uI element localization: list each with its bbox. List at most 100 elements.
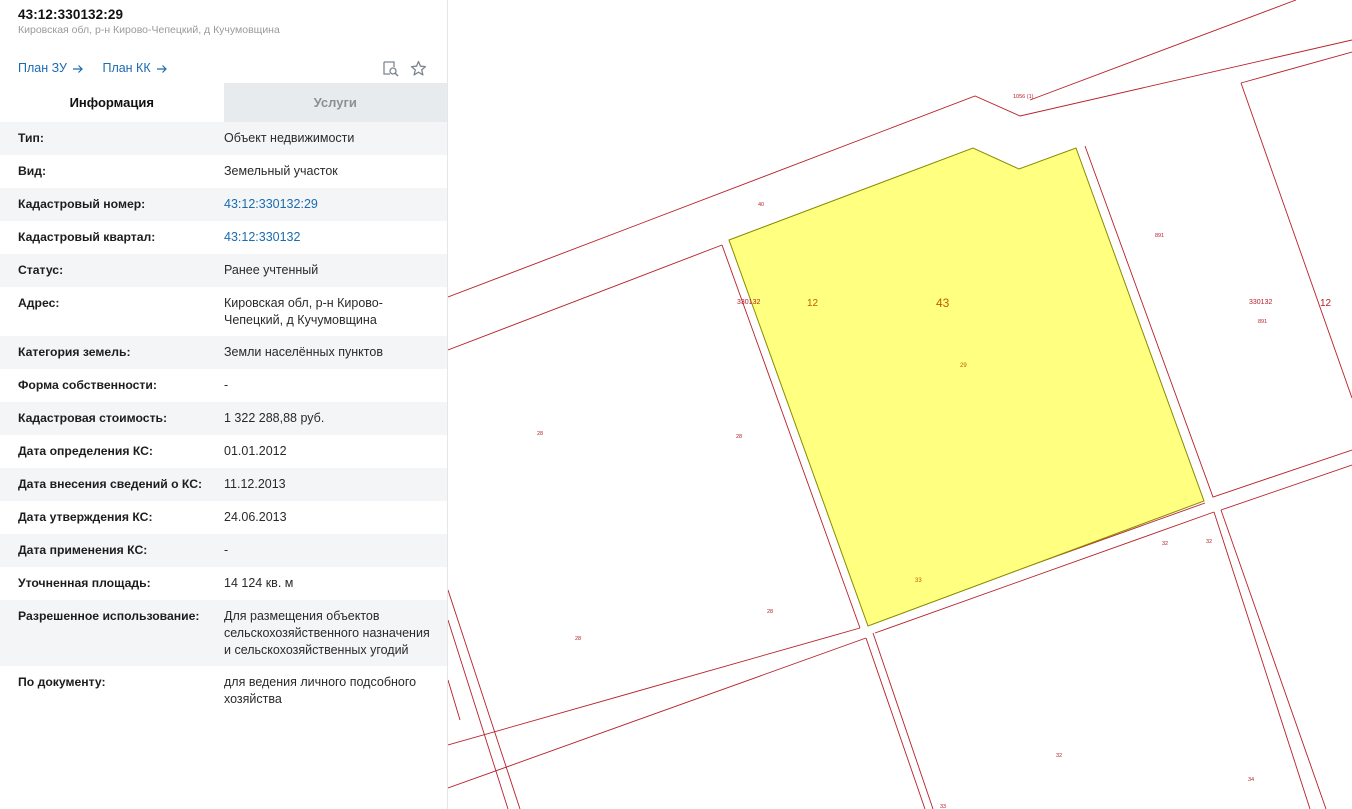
label-top-parcel: 1056 (1) xyxy=(1013,94,1034,100)
plan-zu-label: План ЗУ xyxy=(18,61,67,75)
label-parcel-32b: 32 xyxy=(1206,539,1212,545)
plan-kk-label: План КК xyxy=(102,61,151,75)
parcel-edge xyxy=(1240,82,1352,399)
panel-header: 43:12:330132:29 Кировская обл, р-н Киров… xyxy=(0,0,447,83)
info-row-status: Статус: Ранее учтенный xyxy=(0,254,447,287)
road-edge-bottom-2 xyxy=(448,637,867,789)
info-value: Объект недвижимости xyxy=(224,131,355,145)
info-label: Дата утверждения КС: xyxy=(18,510,153,524)
road-edge-bottom xyxy=(448,627,861,746)
road-edge-top-far xyxy=(1029,0,1297,101)
info-label: Дата внесения сведений о КС: xyxy=(18,477,203,491)
search-document-button[interactable] xyxy=(381,59,399,77)
cadastral-map[interactable]: 43 12 330132 29 33 330132 12 1056 (1) 40… xyxy=(448,0,1352,809)
info-label: Дата определения КС: xyxy=(18,444,153,458)
label-parcel-28c: 28 xyxy=(767,609,773,615)
parcel-edge xyxy=(865,637,926,809)
label-right-district: 12 xyxy=(1320,298,1332,309)
parcel-edge xyxy=(448,619,509,809)
info-label: Тип: xyxy=(18,131,44,145)
star-icon xyxy=(410,60,426,76)
cadastral-quarter-link[interactable]: 43:12:330132 xyxy=(224,229,434,247)
favorite-button[interactable] xyxy=(409,59,427,77)
info-row-area: Уточненная площадь: 14 124 кв. м xyxy=(0,567,447,600)
info-row-type: Тип: Объект недвижимости xyxy=(0,122,447,155)
label-parcel-28b: 28 xyxy=(736,434,742,440)
info-label: Кадастровый номер: xyxy=(18,197,146,211)
cadastral-number-link[interactable]: 43:12:330132:29 xyxy=(224,196,434,214)
parcel-edge xyxy=(448,679,461,721)
info-label: По документу: xyxy=(18,675,106,689)
map-canvas[interactable]: 43 12 330132 29 33 330132 12 1056 (1) 40… xyxy=(448,0,1352,809)
info-label: Кадастровая стоимость: xyxy=(18,411,168,425)
label-quarter: 330132 xyxy=(737,299,760,306)
parcel-edge xyxy=(1213,511,1311,809)
label-parcel-32c: 32 xyxy=(1056,753,1062,759)
header-actions xyxy=(381,59,427,77)
info-value: - xyxy=(224,543,229,557)
info-value: Земельный участок xyxy=(224,164,338,178)
info-value: 01.01.2012 xyxy=(224,444,287,458)
label-parcel-891a: 891 xyxy=(1155,233,1164,239)
info-row-land-category: Категория земель: Земли населённых пункт… xyxy=(0,336,447,369)
label-district: 12 xyxy=(807,298,819,309)
info-value: Ранее учтенный xyxy=(224,263,319,277)
plan-links: План ЗУ План КК xyxy=(18,61,168,75)
info-value: 24.06.2013 xyxy=(224,510,287,524)
info-row-cadastral-number: Кадастровый номер: 43:12:330132:29 xyxy=(0,188,447,221)
info-value: - xyxy=(224,378,229,392)
info-panel: 43:12:330132:29 Кировская обл, р-н Киров… xyxy=(0,0,448,809)
info-label: Категория земель: xyxy=(18,345,131,359)
info-value: Для размещения объектов сельскохозяйстве… xyxy=(224,609,430,657)
info-label: Разрешенное использование: xyxy=(18,609,200,623)
label-parcel-secondary: 33 xyxy=(915,578,922,584)
info-value: Земли населённых пунктов xyxy=(224,345,383,359)
info-label: Вид: xyxy=(18,164,47,178)
parcel-edge xyxy=(448,589,521,809)
search-document-icon xyxy=(382,60,399,77)
label-parcel-28a: 28 xyxy=(537,431,543,437)
info-value: 1 322 288,88 руб. xyxy=(224,411,325,425)
info-row-cadastral-cost: Кадастровая стоимость: 1 322 288,88 руб. xyxy=(0,402,447,435)
road-edge-lower xyxy=(448,244,723,351)
info-value: Кировская обл, р-н Кирово-Чепецкий, д Ку… xyxy=(224,296,383,327)
arrow-right-icon xyxy=(157,64,167,73)
info-label: Уточненная площадь: xyxy=(18,576,151,590)
label-parcel-bottom: 33 xyxy=(940,804,946,809)
tab-information[interactable]: Информация xyxy=(0,83,224,122)
object-title: 43:12:330132:29 xyxy=(18,7,124,22)
object-address: Кировская обл, р-н Кирово-Чепецкий, д Ку… xyxy=(18,24,280,36)
parcel-edge xyxy=(1240,51,1352,84)
info-row-cost-application-date: Дата применения КС: - xyxy=(0,534,447,567)
info-value: 14 124 кв. м xyxy=(224,576,294,590)
parcel-edge xyxy=(872,632,934,809)
info-row-kind: Вид: Земельный участок xyxy=(0,155,447,188)
label-right-quarter: 330132 xyxy=(1249,299,1272,306)
info-row-by-document: По документу: для ведения личного подсоб… xyxy=(0,666,447,715)
selected-parcel-43-12-330132-29[interactable] xyxy=(728,147,1205,627)
info-label: Адрес: xyxy=(18,296,60,310)
info-label: Форма собственности: xyxy=(18,378,157,392)
info-row-cost-approval-date: Дата утверждения КС: 24.06.2013 xyxy=(0,501,447,534)
info-row-address: Адрес: Кировская обл, р-н Кирово-Чепецки… xyxy=(0,287,447,336)
info-value: 11.12.2013 xyxy=(224,477,286,491)
info-label: Кадастровый квартал: xyxy=(18,230,156,244)
label-parcel-891b: 891 xyxy=(1258,319,1267,325)
info-row-cadastral-quarter: Кадастровый квартал: 43:12:330132 xyxy=(0,221,447,254)
info-table: Тип: Объект недвижимости Вид: Земельный … xyxy=(0,122,447,715)
tab-bar: Информация Услуги xyxy=(0,83,447,122)
info-label: Статус: xyxy=(18,263,64,277)
plan-kk-link[interactable]: План КК xyxy=(102,61,168,75)
label-region: 43 xyxy=(936,296,950,310)
plan-zu-link[interactable]: План ЗУ xyxy=(18,61,84,75)
label-road: 40 xyxy=(758,202,764,208)
tab-services[interactable]: Услуги xyxy=(223,83,447,122)
arrow-right-icon xyxy=(73,64,84,73)
info-row-cost-entry-date: Дата внесения сведений о КС: 11.12.2013 xyxy=(0,468,447,501)
label-parcel-32a: 32 xyxy=(1162,541,1168,547)
info-value: для ведения личного подсобного хозяйства xyxy=(224,675,417,706)
label-parcel-34: 34 xyxy=(1248,777,1254,783)
parcel-edge xyxy=(1220,509,1327,809)
info-row-cost-date: Дата определения КС: 01.01.2012 xyxy=(0,435,447,468)
info-row-ownership: Форма собственности: - xyxy=(0,369,447,402)
